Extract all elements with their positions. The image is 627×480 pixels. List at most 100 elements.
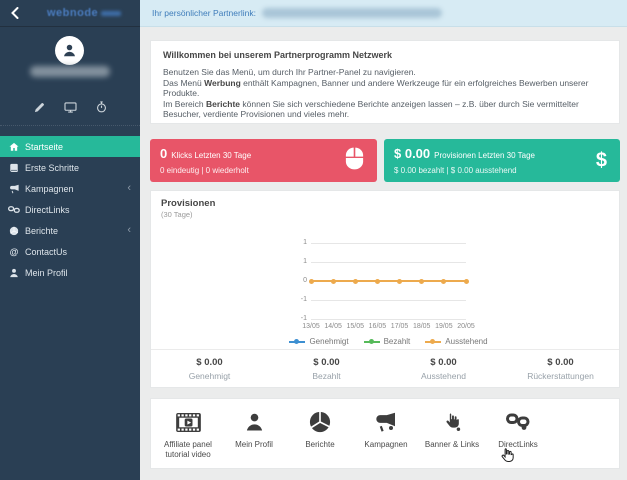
gridline	[311, 262, 466, 263]
mouse-icon	[345, 147, 364, 175]
at-icon: @	[9, 246, 19, 257]
logo-suffix-blurred	[101, 10, 122, 16]
welcome-line-3-pre: Im Bereich	[163, 98, 206, 109]
data-point	[419, 278, 425, 284]
chevron-left-icon: ‹	[127, 224, 131, 236]
pie-chart-icon	[309, 407, 331, 437]
clicks-value: 0	[160, 146, 168, 161]
sidebar-item-label: Berichte	[25, 225, 59, 236]
profile-actions	[0, 100, 140, 114]
shortcut-banner-links[interactable]: Banner & Links	[419, 407, 485, 468]
shortcut-affiliate-panel-tutorial-video[interactable]: Affiliate panel tutorial video	[155, 407, 221, 468]
sidebar-item-berichte[interactable]: Berichte ‹	[0, 220, 140, 241]
x-axis-tick-label: 13/05	[302, 323, 320, 330]
sidebar-menu: Startseite Erste Schritte Kampagnen ‹ Direct…	[0, 136, 140, 283]
monitor-icon[interactable]	[63, 100, 77, 114]
logo-strip: webnode	[0, 0, 140, 27]
data-point	[463, 278, 469, 284]
book-icon	[8, 163, 20, 173]
shortcut-label: Berichte	[305, 440, 335, 449]
sidebar-item-label: Mein Profil	[25, 267, 68, 278]
legend-label: Genehmigt	[309, 337, 349, 346]
y-axis-tick-label: 1	[303, 239, 307, 246]
welcome-line-1: Benutzen Sie das Menü, um durch Ihr Part…	[163, 67, 416, 77]
sidebar-item-directlinks[interactable]: DirectLinks	[0, 199, 140, 220]
links-icon	[506, 407, 530, 437]
sidebar-item-label: Erste Schritte	[25, 162, 80, 173]
shortcut-directlinks[interactable]: DirectLinks	[485, 407, 551, 468]
webnode-logo: webnode	[47, 7, 99, 19]
film-icon	[175, 407, 201, 437]
partner-link-blurred[interactable]	[261, 8, 442, 18]
user-icon	[245, 407, 264, 437]
dollar-icon: $	[595, 149, 607, 171]
data-point	[330, 278, 336, 284]
y-axis-tick-label: -1	[300, 296, 307, 303]
pie-chart-icon	[8, 226, 20, 236]
partner-link-label: Ihr persönlicher Partnerlink:	[152, 8, 256, 18]
summary-label: Rückerstattungen	[527, 371, 594, 381]
welcome-line-2-bold: Werbung	[204, 77, 241, 88]
x-axis-tick-label: 20/05	[457, 323, 475, 330]
stopwatch-icon[interactable]	[94, 100, 108, 114]
sidebar-item-startseite[interactable]: Startseite	[0, 136, 140, 157]
welcome-line-3-bold: Berichte	[206, 98, 241, 109]
legend-entry-bezahlt[interactable]: Bezahlt	[363, 337, 411, 346]
legend-swatch	[425, 339, 442, 344]
chart-subtitle: (30 Tage)	[161, 210, 193, 219]
summary-genehmigt: $ 0.00 Genehmigt	[151, 349, 268, 389]
summary-value: $ 0.00	[430, 357, 457, 368]
sidebar-item-contactus[interactable]: @ ContactUs	[0, 241, 140, 262]
legend-label: Bezahlt	[383, 337, 411, 346]
back-chevron-icon[interactable]	[9, 6, 23, 20]
shortcut-kampagnen[interactable]: Kampagnen	[353, 407, 419, 468]
sidebar-item-mein-profil[interactable]: Mein Profil	[0, 262, 140, 283]
bullhorn-icon	[374, 407, 398, 437]
summary-value: $ 0.00	[313, 357, 340, 368]
sidebar-item-label: Kampagnen	[25, 183, 74, 194]
welcome-line-3: Im Bereich Berichte können Sie sich vers…	[163, 99, 607, 120]
data-point	[441, 278, 447, 284]
x-axis-tick-label: 16/05	[368, 323, 387, 330]
shortcut-label: Kampagnen	[364, 440, 408, 449]
sidebar-item-label: ContactUs	[25, 246, 68, 257]
sidebar-item-label: Startseite	[25, 141, 64, 152]
shortcut-mein-profil[interactable]: Mein Profil	[221, 407, 287, 468]
summary-r-ckerstattungen: $ 0.00 Rückerstattungen	[502, 349, 619, 389]
shortcut-label: Mein Profil	[235, 440, 273, 449]
x-axis-tick-label: 18/05	[412, 323, 431, 330]
topbar: Ihr persönlicher Partnerlink:	[140, 0, 627, 27]
pencil-icon[interactable]	[32, 100, 46, 114]
home-icon	[8, 142, 20, 152]
welcome-title: Willkommen bei unserem Partnerprogramm N…	[163, 50, 392, 60]
shortcuts-panel: Affiliate panel tutorial video Mein Profi…	[150, 398, 620, 469]
welcome-line-2-pre: Das Menü	[163, 77, 205, 88]
x-axis-tick-label: 14/05	[324, 323, 342, 330]
x-axis-tick-label: 15/05	[346, 323, 365, 330]
clicks-sub: 0 eindeutig | 0 wiederholt	[160, 166, 249, 175]
sidebar-item-erste-schritte[interactable]: Erste Schritte	[0, 157, 140, 178]
commissions-label: Provisionen Letzten 30 Tage	[434, 151, 535, 160]
clicks-label: Klicks Letzten 30 Tage	[171, 151, 252, 160]
gridline	[311, 300, 466, 301]
shortcut-berichte[interactable]: Berichte	[287, 407, 353, 468]
data-point	[397, 278, 403, 284]
commissions-card: $ 0.00 Provisionen Letzten 30 Tage $ 0.00…	[384, 139, 620, 182]
legend-swatch	[363, 339, 380, 344]
shortcut-label: Banner & Links	[424, 440, 480, 449]
chart-panel: Provisionen (30 Tage) 1 1 0 -1 -1 13/05 14/05 1…	[150, 190, 620, 388]
chart-plot-area: 1 1 0 -1 -1 13/05 14/05 15/05 16/05 17/05 18/05 19/…	[289, 239, 488, 346]
legend-entry-genehmigt[interactable]: Genehmigt	[289, 337, 349, 346]
x-axis-tick-label: 17/05	[390, 323, 409, 330]
legend-entry-ausstehend[interactable]: Ausstehend	[425, 337, 488, 346]
chart-title: Provisionen	[161, 198, 216, 209]
bullhorn-icon	[8, 184, 20, 194]
links-icon	[8, 205, 20, 214]
gridline	[311, 243, 466, 244]
summary-value: $ 0.00	[547, 357, 574, 368]
y-axis-tick-label: 1	[303, 258, 307, 265]
sidebar-item-kampagnen[interactable]: Kampagnen ‹	[0, 178, 140, 199]
commissions-sub: $ 0.00 bezahlt | $ 0.00 ausstehend	[394, 166, 517, 175]
sidebar-item-label: DirectLinks	[25, 204, 70, 215]
chart-legend: Genehmigt Bezahlt Ausstehend	[289, 337, 488, 346]
